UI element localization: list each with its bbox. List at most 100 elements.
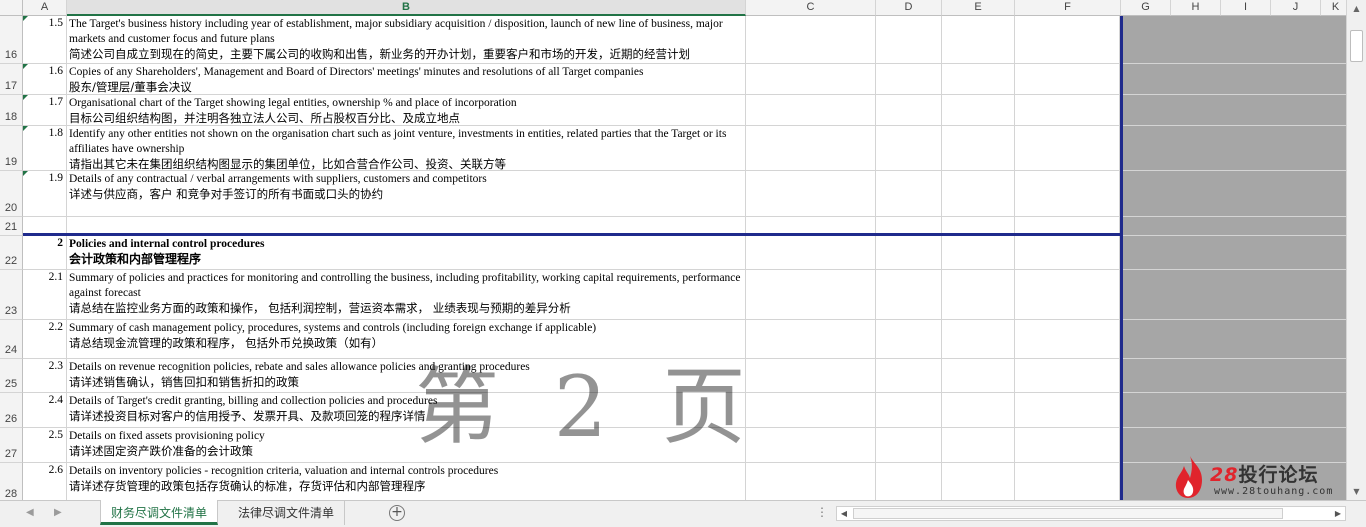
cell-f[interactable] — [1015, 236, 1120, 269]
cell-f[interactable] — [1015, 463, 1120, 500]
cell-c[interactable] — [746, 463, 876, 500]
sheet-tab-legal[interactable]: 法律尽调文件清单 — [228, 500, 346, 525]
cell-item-number[interactable]: 2 — [23, 236, 67, 269]
cell-f[interactable] — [1015, 320, 1120, 358]
cell-description[interactable]: The Target's business history including … — [67, 16, 746, 63]
row-header[interactable]: 21 — [0, 217, 23, 236]
cell-description[interactable]: Summary of policies and practices for mo… — [67, 270, 746, 319]
cell-d[interactable] — [876, 171, 942, 216]
cell-e[interactable] — [942, 171, 1015, 216]
cell-d[interactable] — [876, 64, 942, 94]
cell-d[interactable] — [876, 393, 942, 427]
cell-description[interactable]: Details of Target's credit granting, bil… — [67, 393, 746, 427]
vertical-scrollbar[interactable]: ▲ ▼ — [1346, 0, 1366, 500]
next-sheet-icon[interactable]: ▶ — [54, 507, 62, 518]
cell-d[interactable] — [876, 236, 942, 269]
cell-d[interactable] — [876, 270, 942, 319]
cell-d[interactable] — [876, 95, 942, 125]
cell-description[interactable]: Copies of any Shareholders', Management … — [67, 64, 746, 94]
row-header[interactable]: 20 — [0, 171, 23, 217]
row-header[interactable]: 23 — [0, 270, 23, 320]
scroll-left-icon[interactable]: ◀ — [837, 507, 851, 520]
cell-f[interactable] — [1015, 270, 1120, 319]
cell-description[interactable]: Details of any contractual / verbal arra… — [67, 171, 746, 216]
cell-c[interactable] — [746, 393, 876, 427]
cell-description[interactable]: Policies and internal control procedures… — [67, 236, 746, 269]
column-header[interactable]: F — [1015, 0, 1121, 16]
prev-sheet-icon[interactable]: ◀ — [26, 507, 34, 518]
cell-description[interactable]: Details on revenue recognition policies,… — [67, 359, 746, 392]
cell-c[interactable] — [746, 428, 876, 462]
cell-f[interactable] — [1015, 126, 1120, 170]
cell-d[interactable] — [876, 320, 942, 358]
cell-description[interactable]: Organisational chart of the Target showi… — [67, 95, 746, 125]
column-header[interactable]: J — [1271, 0, 1321, 16]
cell-item-number[interactable]: 2.1 — [23, 270, 67, 319]
row-header[interactable]: 22 — [0, 236, 23, 270]
row-header[interactable]: 28 — [0, 463, 23, 500]
column-header[interactable]: G — [1121, 0, 1171, 16]
row-header[interactable]: 24 — [0, 320, 23, 359]
cell-item-number[interactable]: 1.7 — [23, 95, 67, 125]
scroll-up-icon[interactable]: ▲ — [1349, 1, 1364, 16]
tab-split-handle-icon[interactable]: ⋮ — [816, 505, 828, 519]
cell-e[interactable] — [942, 236, 1015, 269]
cell-e[interactable] — [942, 126, 1015, 170]
cell-e[interactable] — [942, 64, 1015, 94]
cell-c[interactable] — [746, 236, 876, 269]
cell-d[interactable] — [876, 359, 942, 392]
cell-item-number[interactable]: 1.5 — [23, 16, 67, 63]
select-all-corner[interactable] — [0, 0, 23, 16]
cell-description[interactable]: Summary of cash management policy, proce… — [67, 320, 746, 358]
cell-d[interactable] — [876, 126, 942, 170]
row-header[interactable]: 17 — [0, 64, 23, 95]
cell-f[interactable] — [1015, 64, 1120, 94]
row-header[interactable]: 16 — [0, 16, 23, 64]
cell-d[interactable] — [876, 463, 942, 500]
cell-e[interactable] — [942, 428, 1015, 462]
cell-description[interactable]: Details on fixed assets provisioning pol… — [67, 428, 746, 462]
cell-d[interactable] — [876, 428, 942, 462]
row-header[interactable]: 26 — [0, 393, 23, 428]
cell-item-number[interactable]: 2.6 — [23, 463, 67, 500]
cell-c[interactable] — [746, 64, 876, 94]
add-sheet-icon[interactable]: + — [389, 505, 405, 521]
cell-item-number[interactable]: 1.8 — [23, 126, 67, 170]
spreadsheet-grid[interactable]: ABCDEFGHIJK 16 1.5 The Target's business h… — [0, 0, 1346, 500]
cell-c[interactable] — [746, 359, 876, 392]
cell-item-number[interactable]: 2.4 — [23, 393, 67, 427]
cell-f[interactable] — [1015, 171, 1120, 216]
horizontal-scrollbar[interactable]: ◀ ▶ — [836, 506, 1346, 521]
cell-d[interactable] — [876, 16, 942, 63]
cell-e[interactable] — [942, 359, 1015, 392]
cell-description[interactable]: Identify any other entities not shown on… — [67, 126, 746, 170]
column-header[interactable]: A — [23, 0, 67, 16]
row-header[interactable]: 18 — [0, 95, 23, 126]
column-header[interactable]: B — [67, 0, 746, 16]
column-header[interactable]: C — [746, 0, 876, 16]
cell-c[interactable] — [746, 95, 876, 125]
sheet-tab-financial[interactable]: 财务尽调文件清单 — [100, 500, 219, 525]
column-header[interactable]: I — [1221, 0, 1271, 16]
cell-e[interactable] — [942, 320, 1015, 358]
row-header[interactable]: 27 — [0, 428, 23, 463]
cell-e[interactable] — [942, 95, 1015, 125]
column-header[interactable]: H — [1171, 0, 1221, 16]
cell-item-number[interactable]: 1.6 — [23, 64, 67, 94]
column-header[interactable]: E — [942, 0, 1015, 16]
cell-item-number[interactable]: 1.9 — [23, 171, 67, 216]
cell-description[interactable]: Details on inventory policies - recognit… — [67, 463, 746, 500]
cell-c[interactable] — [746, 270, 876, 319]
column-header[interactable]: D — [876, 0, 942, 16]
row-header[interactable]: 19 — [0, 126, 23, 171]
cell-f[interactable] — [1015, 95, 1120, 125]
cell-e[interactable] — [942, 270, 1015, 319]
cell-item-number[interactable]: 2.2 — [23, 320, 67, 358]
vertical-scroll-thumb[interactable] — [1350, 30, 1363, 62]
cell-f[interactable] — [1015, 428, 1120, 462]
cell-c[interactable] — [746, 126, 876, 170]
column-header[interactable]: K — [1321, 0, 1346, 16]
cell-f[interactable] — [1015, 359, 1120, 392]
row-header[interactable]: 25 — [0, 359, 23, 393]
cell-c[interactable] — [746, 320, 876, 358]
